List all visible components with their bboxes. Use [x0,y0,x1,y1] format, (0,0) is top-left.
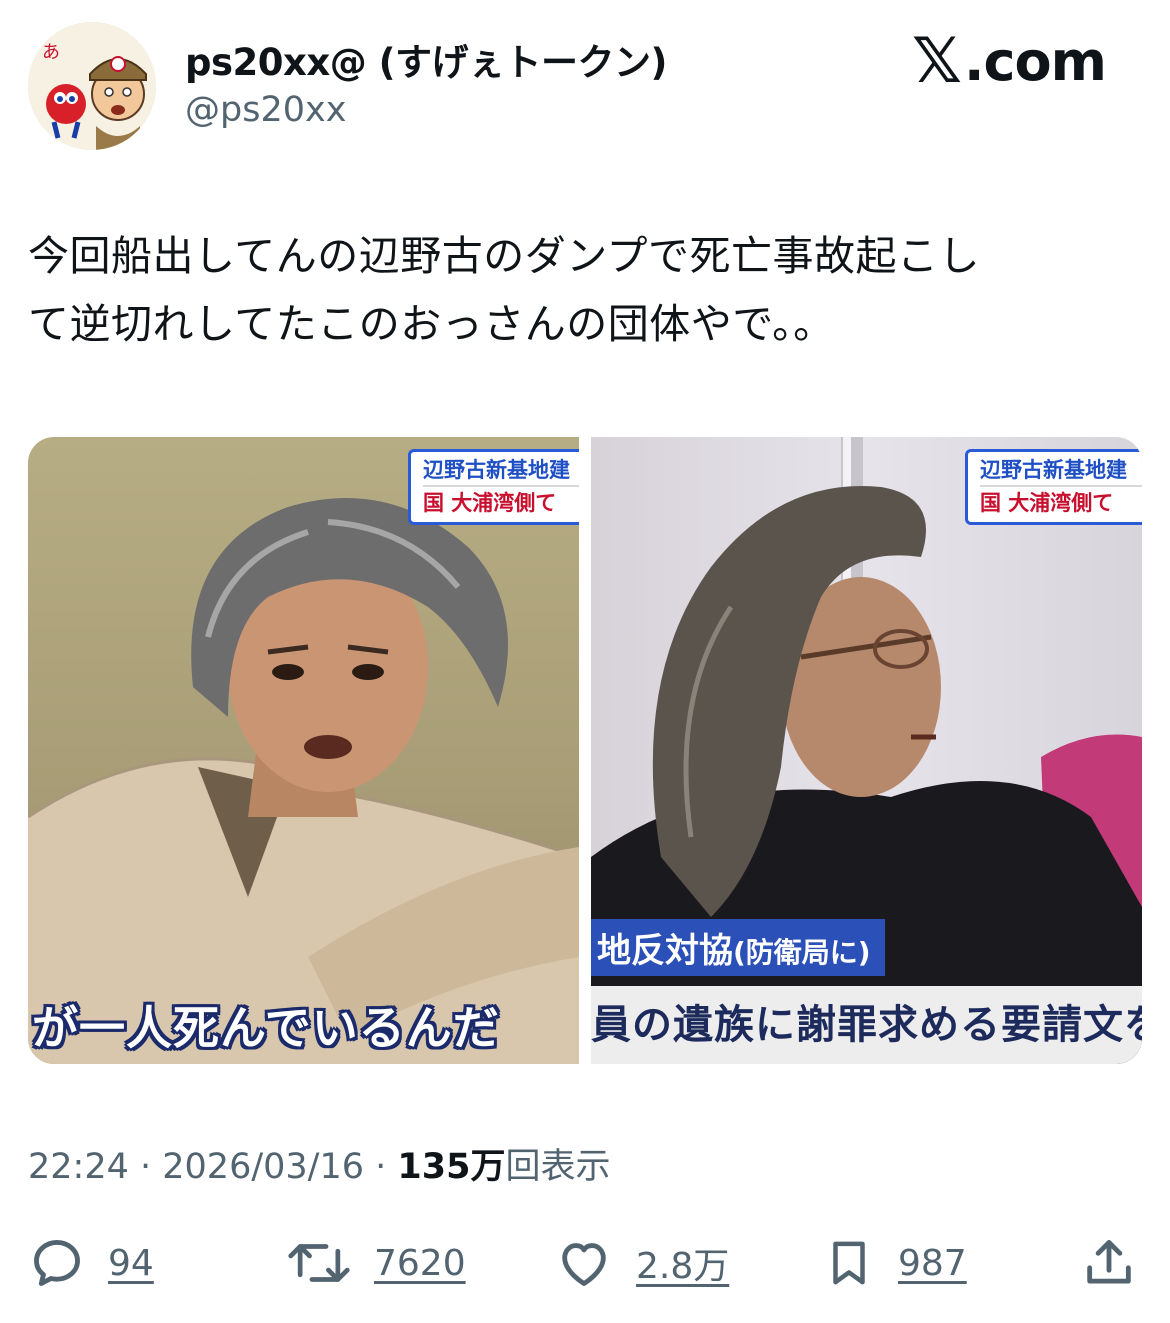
share-icon [1087,1240,1131,1284]
bookmark-button[interactable]: 987 [822,1228,967,1298]
retweet-button[interactable]: 7620 [286,1228,466,1298]
x-domain-text: com [983,29,1106,93]
meta-separator: · [128,1147,163,1187]
reply-count: 94 [108,1242,154,1284]
tv-tag-line-1: 辺野古新基地建 [980,458,1127,482]
share-button[interactable] [1080,1228,1138,1298]
avatar[interactable]: あ [28,22,156,150]
user-handle[interactable]: @ps20xx [185,90,346,130]
meta-separator: · [364,1147,398,1187]
tweet-text: 今回船出してんの辺野古のダンプで死亡事故起こし て逆切れしてたこのおっさんの団体… [28,232,981,348]
x-logo-icon: 𝕏 [912,24,962,97]
photo-left[interactable]: 辺野古新基地建 国 大浦湾側て が一人死んでいるんだ [28,437,579,1064]
tv-subtitle-tag: 地反対協(防衛局に) [591,919,885,976]
photo-right[interactable]: 辺野古新基地建 国 大浦湾側て 地反対協(防衛局に) 員の遺族に謝罪求める要請文… [591,437,1142,1064]
bookmark-count: 987 [898,1242,967,1284]
tv-news-tag: 辺野古新基地建 国 大浦湾側て [408,449,579,525]
reply-button[interactable]: 94 [28,1228,154,1298]
action-bar: 94 7620 2.8万 987 [28,1228,1142,1298]
video-caption: が一人死んでいるんだ [32,1001,500,1055]
avatar-illustration: あ [28,22,156,150]
display-name[interactable]: ps20xx@ (すげぇトークン) [185,32,667,86]
man-gray-hair-illustration [28,498,579,1064]
heart-icon [562,1243,606,1286]
bookmark-icon [833,1241,865,1285]
x-com-link[interactable]: 𝕏 .com [912,24,1107,97]
tweet-meta: 22:24 · 2026/03/16 · 135万回表示 [28,1138,610,1189]
tv-tag-line-2: 国 大浦湾側て [423,485,579,519]
video-caption: 員の遺族に謝罪求める要請文を [591,1002,1142,1048]
like-button[interactable]: 2.8万 [554,1228,729,1298]
view-label: 回表示 [505,1147,611,1187]
tweet-date[interactable]: 2026/03/16 [162,1147,364,1187]
media-grid: 辺野古新基地建 国 大浦湾側て が一人死んでいるんだ 辺野古新基地建 国 大浦湾… [28,437,1142,1064]
subtitle-paren: (防衛局に) [733,936,871,969]
retweet-icon [288,1244,350,1282]
view-count: 135万 [397,1147,506,1187]
reply-icon [34,1240,80,1286]
tv-tag-line-1: 辺野古新基地建 [423,458,570,482]
tv-news-tag: 辺野古新基地建 国 大浦湾側て [965,449,1142,525]
svg-text:あ: あ [42,42,60,63]
like-count: 2.8万 [636,1246,730,1287]
tweet-time[interactable]: 22:24 [28,1147,129,1187]
tv-tag-line-2: 国 大浦湾側て [980,485,1142,519]
retweet-count: 7620 [374,1242,466,1284]
subtitle-main: 地反対協 [597,931,733,971]
